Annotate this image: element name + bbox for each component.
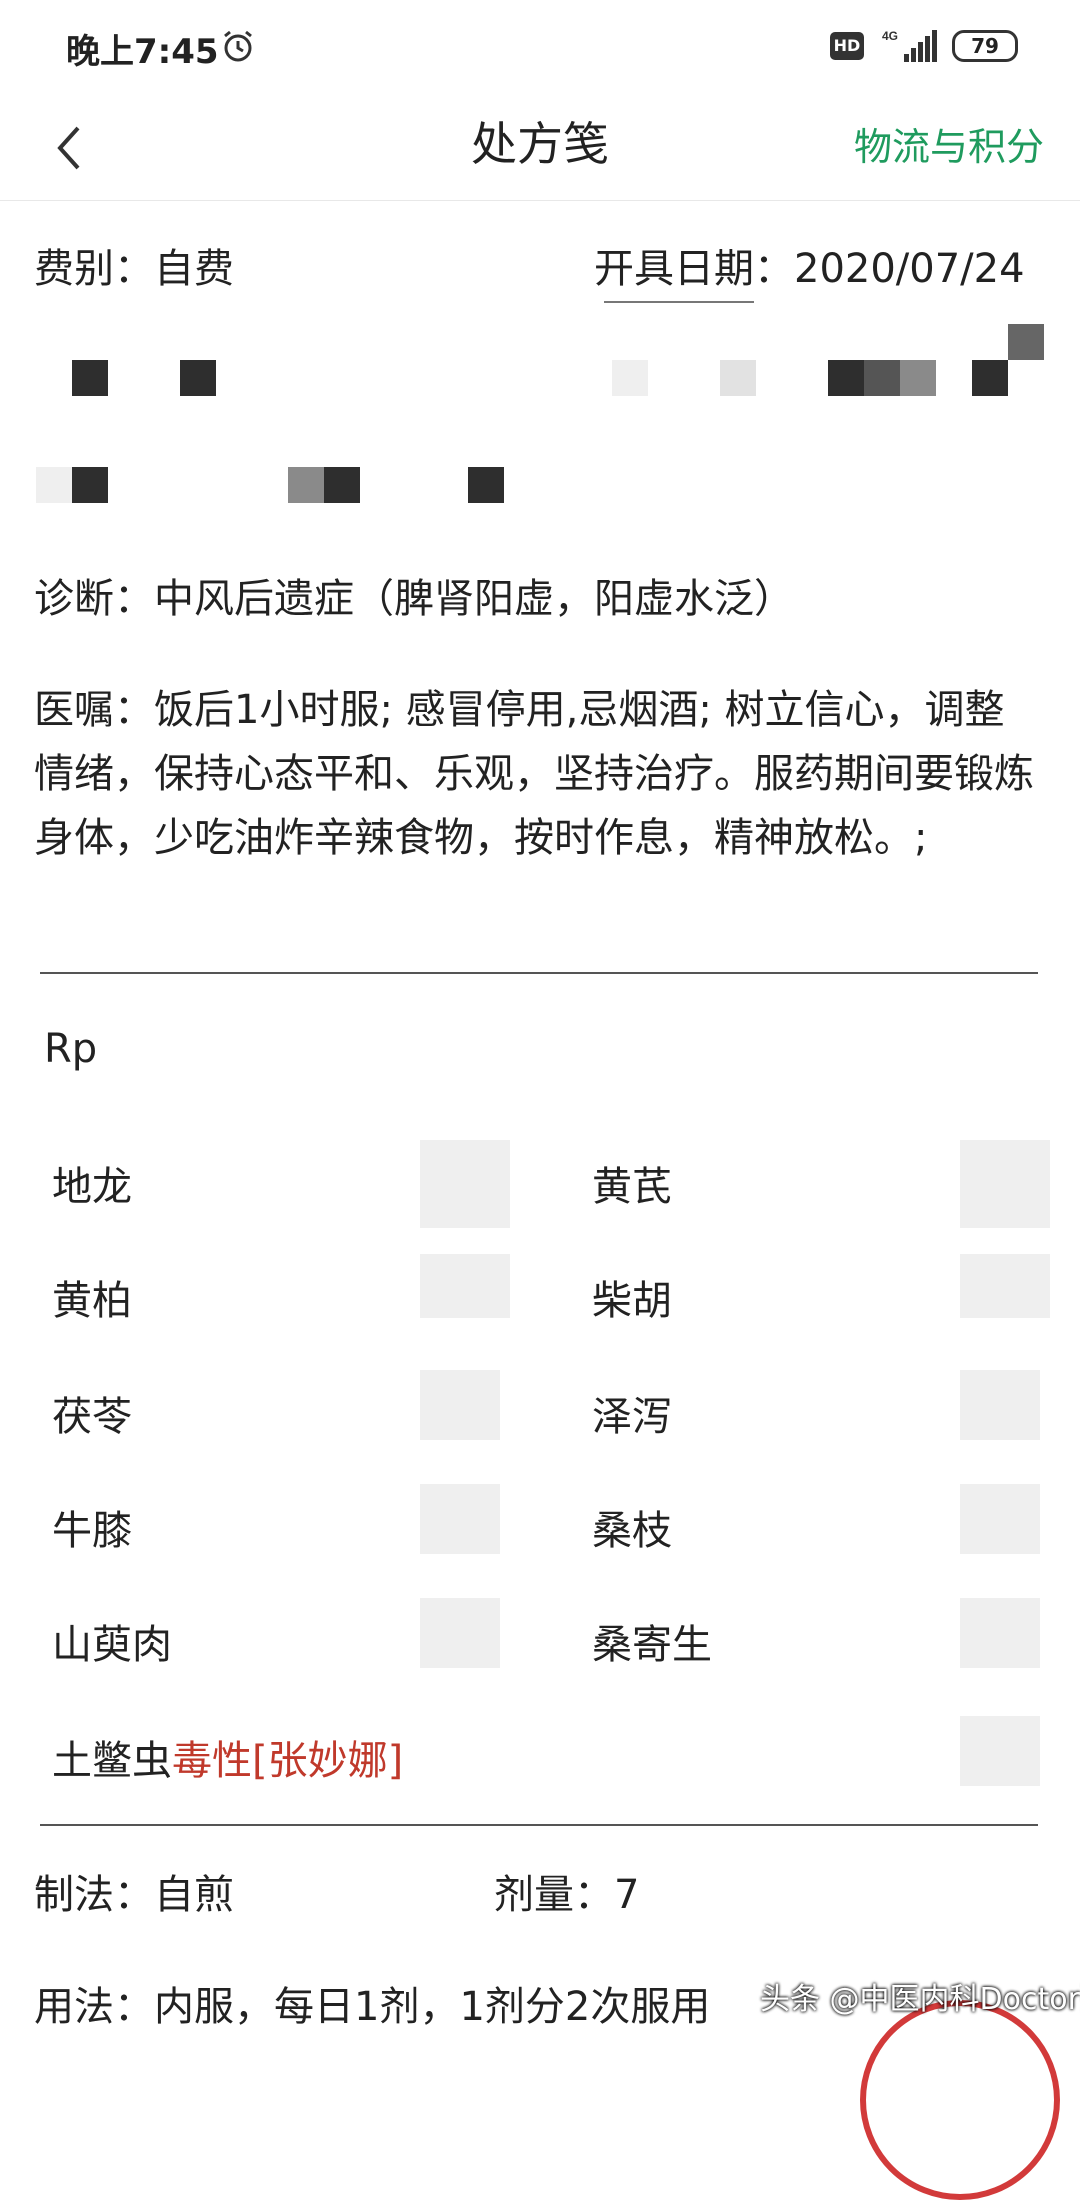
signal-icon: 4G (882, 29, 937, 62)
redaction-block (864, 360, 900, 396)
advice-paragraph: 医嘱：饭后1小时服; 感冒停用,忌烟酒; 树立信心，调整情绪，保持心态平和、乐观… (34, 678, 1044, 870)
battery-icon: 79 (952, 30, 1018, 62)
diagnosis-label: 诊断： (34, 576, 154, 622)
herb-item: 黄柏 (52, 1278, 132, 1324)
divider (40, 972, 1038, 974)
rp-label: Rp (44, 1026, 98, 1072)
redaction-block (960, 1254, 1050, 1318)
herb-item: 桑枝 (592, 1508, 672, 1554)
redaction-block (720, 360, 756, 396)
method-label: 制法： (34, 1872, 154, 1918)
toxic-warning: 毒性[张妙娜] (172, 1738, 404, 1784)
redaction-strip (34, 286, 1046, 308)
status-bar: 晚上7:45 HD 4G 79 (0, 0, 1080, 96)
dose-value: 7 (614, 1872, 640, 1918)
herb-item: 山萸肉 (52, 1622, 172, 1668)
redaction-block (420, 1254, 510, 1318)
hd-icon: HD (830, 32, 864, 60)
logistics-points-link[interactable]: 物流与积分 (854, 116, 1044, 171)
redaction-block (72, 360, 108, 396)
redaction-block (420, 1484, 500, 1554)
nav-bar: 处方笺 物流与积分 (0, 96, 1080, 201)
redaction-block (420, 1598, 500, 1668)
diagnosis-value: 中风后遗症（脾肾阳虚，阳虚水泛） (154, 576, 794, 622)
herb-item: 黄芪 (592, 1164, 672, 1210)
redaction-block (960, 1370, 1040, 1440)
herb-item: 地龙 (52, 1164, 132, 1210)
redaction-block (960, 1598, 1040, 1668)
herb-item: 柴胡 (592, 1278, 672, 1324)
method-value: 自煎 (154, 1872, 234, 1918)
date-underline (604, 301, 754, 303)
redaction-block (468, 467, 504, 503)
redaction-block (960, 1716, 1040, 1786)
watermark: 头条 @中医内科Doctor张 (760, 1982, 1080, 2017)
network-label: 4G (882, 29, 898, 43)
redaction-block (36, 467, 72, 503)
usage-label: 用法： (34, 1984, 154, 2030)
redaction-block (288, 467, 324, 503)
herb-name: 土鳖虫 (52, 1738, 172, 1784)
usage-row: 用法：内服，每日1剂，1剂分2次服用 (34, 1974, 710, 2032)
redaction-block (612, 360, 648, 396)
seal-stamp (860, 2000, 1060, 2200)
redaction-block (180, 360, 216, 396)
redaction-block (324, 467, 360, 503)
herb-item: 牛膝 (52, 1508, 132, 1554)
status-time: 晚上7:45 (66, 32, 219, 72)
redaction-block (960, 1140, 1050, 1228)
herb-item-toxic: 土鳖虫毒性[张妙娜] (52, 1728, 403, 1786)
redaction-block (900, 360, 936, 396)
dose-label: 剂量： (494, 1872, 614, 1918)
redaction-block (420, 1140, 510, 1228)
herb-item: 泽泻 (592, 1394, 672, 1440)
redaction-block (960, 1484, 1040, 1554)
method-row: 制法：自煎 (34, 1862, 234, 1920)
usage-value: 内服，每日1剂，1剂分2次服用 (154, 1984, 711, 2030)
advice-value: 饭后1小时服; 感冒停用,忌烟酒; 树立信心，调整情绪，保持心态平和、乐观，坚持… (34, 687, 1034, 861)
herb-item: 桑寄生 (592, 1622, 712, 1668)
herb-item: 茯苓 (52, 1394, 132, 1440)
advice-label: 医嘱： (34, 687, 154, 733)
redaction-block (828, 360, 864, 396)
redaction-block (972, 360, 1008, 396)
redaction-block (72, 467, 108, 503)
diagnosis-row: 诊断：中风后遗症（脾肾阳虚，阳虚水泛） (34, 566, 794, 624)
dose-row: 剂量：7 (494, 1862, 639, 1920)
divider (40, 1824, 1038, 1826)
redaction-block (1008, 324, 1044, 360)
alarm-icon (224, 30, 252, 62)
redaction-block (420, 1370, 500, 1440)
